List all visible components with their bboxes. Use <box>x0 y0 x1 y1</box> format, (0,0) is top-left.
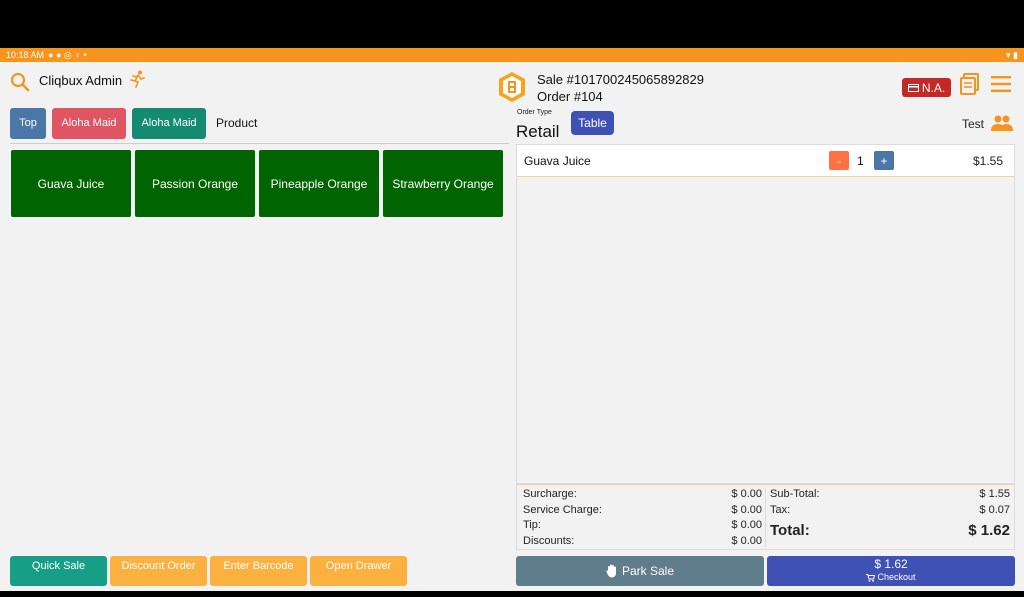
product-tile[interactable]: Pineapple Orange <box>259 150 379 217</box>
order-type-label: Order Type <box>517 109 552 116</box>
tip-value: $ 0.00 <box>731 519 762 531</box>
product-tile[interactable]: Strawberry Orange <box>383 150 503 217</box>
subtotal-label: Sub-Total: <box>770 488 820 500</box>
category-top-button[interactable]: Top <box>10 107 46 139</box>
tax-label: Tax: <box>770 503 791 516</box>
admin-name[interactable]: Cliqbux Admin <box>39 73 122 88</box>
discounts-value: $ 0.00 <box>731 534 762 547</box>
system-nav-strip <box>0 591 1024 597</box>
charges-column: Surcharge: $ 0.00 Service Charge: $ 0.00 T… <box>523 488 762 550</box>
park-sale-button[interactable]: Park Sale <box>516 556 764 586</box>
cliqbux-logo-icon <box>499 72 525 102</box>
status-time: 10:18 AM <box>6 50 45 60</box>
total-label: Total: <box>770 521 810 539</box>
checkout-amount: $ 1.62 <box>874 557 908 571</box>
current-category-label: Product <box>216 116 258 130</box>
summary-column: Sub-Total: $ 1.55 Tax: $ 0.07 Total: $ 1.62 <box>770 488 1010 541</box>
discount-order-button[interactable]: Discount Order <box>110 556 207 586</box>
cart-icon <box>866 573 876 582</box>
service-charge-value: $ 0.00 <box>731 503 762 516</box>
decrease-qty-button[interactable]: - <box>829 151 849 170</box>
cart-panel: Guava Juice - 1 + $1.55 <box>516 144 1015 484</box>
system-icons: ▾ ▮ <box>1006 49 1018 60</box>
sale-number: Sale #101700245065892829 <box>537 72 705 87</box>
totals-panel: Surcharge: $ 0.00 Service Charge: $ 0.00 T… <box>516 484 1015 550</box>
category-aloha-maid-active-button[interactable]: Aloha Maid <box>132 107 206 139</box>
cart-item-qty: 1 <box>857 154 864 168</box>
notification-icons: ● ● ◎ ♀ • <box>48 49 87 60</box>
category-bar: Top Aloha Maid Aloha Maid Product <box>10 107 265 139</box>
checkout-label-row: Checkout <box>767 572 1015 583</box>
cart-line-item[interactable]: Guava Juice - 1 + $1.55 <box>517 145 1014 177</box>
divider <box>10 143 509 144</box>
surcharge-label: Surcharge: <box>523 488 577 500</box>
pos-screen: 10:18 AM ● ● ◎ ♀ • ▾ ▮ Cliqbux Admin Sal… <box>0 48 1024 597</box>
checkout-button[interactable]: $ 1.62 Checkout <box>767 556 1015 586</box>
hand-icon <box>606 564 616 578</box>
status-bar: 10:18 AM ● ● ◎ ♀ • ▾ ▮ <box>0 48 1024 62</box>
total-value: $ 1.62 <box>968 521 1010 539</box>
divider <box>765 489 766 547</box>
customer-name[interactable]: Test <box>962 117 984 131</box>
category-aloha-maid-button[interactable]: Aloha Maid <box>52 107 126 139</box>
increase-qty-button[interactable]: + <box>874 151 894 170</box>
cart-item-price: $1.55 <box>972 154 1003 168</box>
order-type-value[interactable]: Retail <box>516 122 559 142</box>
order-number: Order #104 <box>537 89 603 104</box>
subtotal-value: $ 1.55 <box>979 488 1010 500</box>
product-tile[interactable]: Guava Juice <box>11 150 131 217</box>
top-bar: Cliqbux Admin Sale #101700245065892829 O… <box>0 62 1024 108</box>
surcharge-value: $ 0.00 <box>731 488 762 500</box>
customers-icon[interactable] <box>991 114 1013 132</box>
search-icon[interactable] <box>10 72 30 92</box>
product-grid: Guava Juice Passion Orange Pineapple Ora… <box>11 150 503 217</box>
park-sale-label: Park Sale <box>621 564 675 578</box>
checkout-label: Checkout <box>877 572 916 582</box>
open-drawer-button[interactable]: Open Drawer <box>310 556 407 586</box>
discounts-label: Discounts: <box>523 534 575 547</box>
card-icon <box>907 83 919 92</box>
na-label: N.A. <box>921 80 946 95</box>
table-button[interactable]: Table <box>571 111 614 135</box>
tip-label: Tip: <box>523 519 541 531</box>
bottom-action-bar: Quick Sale Discount Order Enter Barcode … <box>10 556 407 586</box>
orders-list-icon[interactable] <box>960 73 980 95</box>
tax-value: $ 0.07 <box>979 503 1010 516</box>
hamburger-menu-icon[interactable] <box>991 75 1011 93</box>
service-charge-label: Service Charge: <box>523 503 602 516</box>
running-person-icon[interactable] <box>129 70 147 88</box>
payment-status-badge[interactable]: N.A. <box>902 78 951 97</box>
enter-barcode-button[interactable]: Enter Barcode <box>210 556 307 586</box>
quick-sale-button[interactable]: Quick Sale <box>10 556 107 586</box>
cart-item-name: Guava Juice <box>524 154 591 168</box>
product-tile[interactable]: Passion Orange <box>135 150 255 217</box>
